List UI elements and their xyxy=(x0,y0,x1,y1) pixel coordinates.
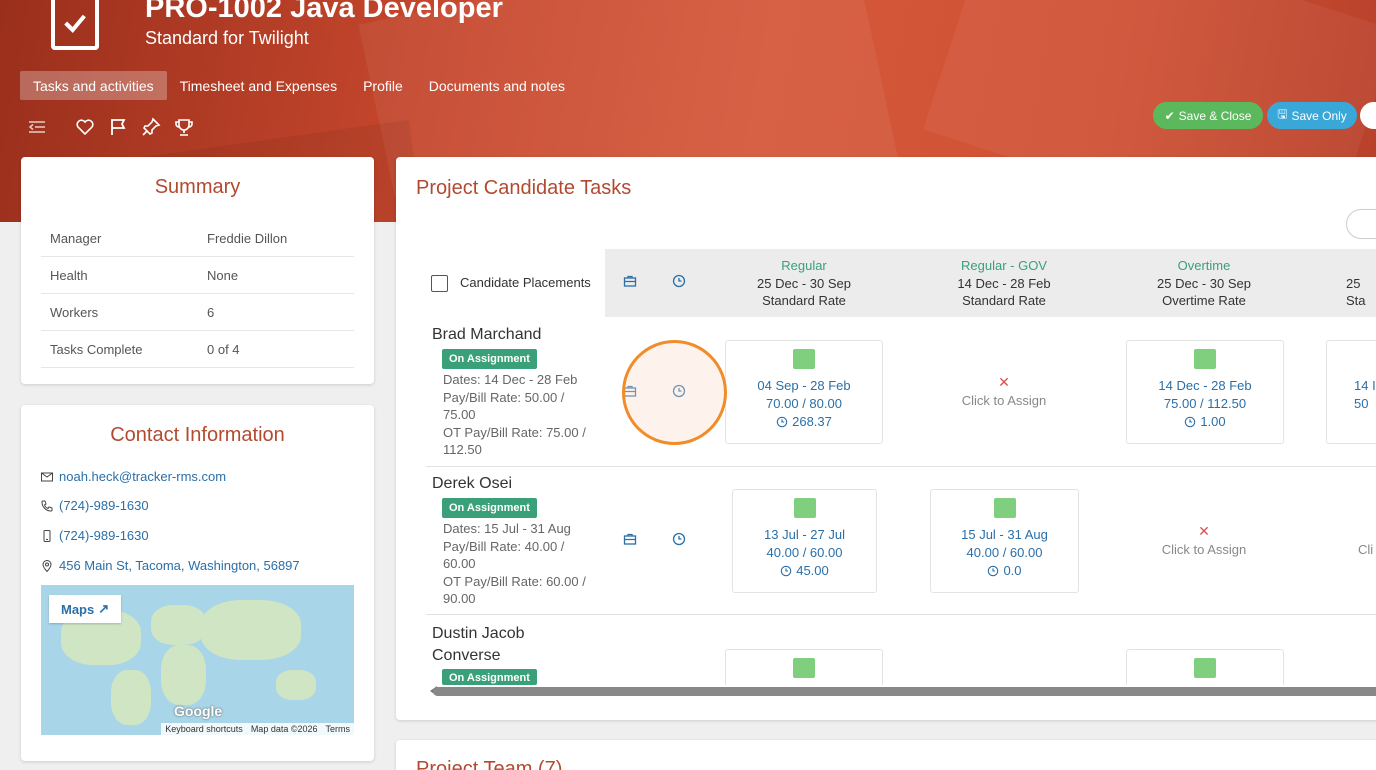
save-only-button[interactable]: 🖫 Save Only xyxy=(1267,102,1357,129)
pin-icon[interactable] xyxy=(140,116,162,138)
row-divider xyxy=(426,466,1376,467)
project-tasks-card: Project Candidate Tasks Candidate Placem… xyxy=(396,157,1376,720)
tasks-title: Project Candidate Tasks xyxy=(416,177,632,199)
horizontal-scrollbar[interactable] xyxy=(433,687,1376,696)
task-cell[interactable]: 13 Jul - 27 Jul 40.00 / 60.00 45.00 xyxy=(732,489,877,593)
contact-card: Contact Information noah.heck@tracker-rm… xyxy=(21,405,374,761)
project-team-card: Project Team (7) xyxy=(396,740,1376,770)
click-to-assign[interactable]: ✕ Click to Assign xyxy=(904,374,1104,408)
team-title: Project Team (7) xyxy=(416,758,563,770)
keyboard-shortcuts-link[interactable]: Keyboard shortcuts xyxy=(165,724,243,734)
candidate-details: Dates: 15 Jul - 31 Aug Pay/Bill Rate: 40… xyxy=(443,521,586,606)
briefcase-icon[interactable] xyxy=(623,274,637,288)
click-indicator xyxy=(622,340,727,445)
terms-link[interactable]: Terms xyxy=(326,724,351,734)
briefcase-icon[interactable] xyxy=(623,532,637,546)
heart-icon[interactable] xyxy=(74,116,96,138)
tab-timesheet-and-expenses[interactable]: Timesheet and Expenses xyxy=(167,71,350,100)
task-cell[interactable]: 04 Sep - 28 Feb 70.00 / 80.00 268.37 xyxy=(725,340,883,444)
trophy-icon[interactable] xyxy=(173,116,195,138)
candidate-placements-header: Candidate Placements xyxy=(460,275,591,290)
phone-icon xyxy=(41,500,53,512)
clock-icon[interactable] xyxy=(672,274,686,288)
task-checkbox-icon xyxy=(51,0,99,50)
candidate-details: Dates: 14 Dec - 28 Feb Pay/Bill Rate: 50… xyxy=(443,372,586,457)
candidate-name[interactable]: Dustin Jacob Converse xyxy=(432,623,562,667)
action-toolbar xyxy=(26,116,206,138)
task-cell-partial[interactable]: 14 I 50 xyxy=(1326,340,1376,444)
candidate-name[interactable]: Brad Marchand xyxy=(432,326,541,344)
task-cell[interactable]: 14 Dec - 28 Feb 75.00 / 112.50 1.00 xyxy=(1126,340,1284,444)
status-square xyxy=(1194,658,1216,678)
close-icon: ✕ xyxy=(998,374,1010,390)
filter-button[interactable] xyxy=(1346,209,1376,239)
click-to-assign[interactable]: ✕ Click to Assign xyxy=(1104,523,1304,557)
check-icon: ✔ xyxy=(1164,108,1175,123)
contact-phone-link[interactable]: (724)-989-1630 xyxy=(41,498,149,513)
summary-row-workers: Workers 6 xyxy=(41,294,354,331)
task-cell[interactable] xyxy=(725,649,883,685)
google-logo: Google xyxy=(174,703,223,719)
contact-mobile-link[interactable]: (724)-989-1630 xyxy=(41,528,149,543)
status-square xyxy=(793,349,815,369)
status-square xyxy=(993,498,1016,518)
row-divider xyxy=(426,614,1376,615)
summary-row-manager: Manager Freddie Dillon xyxy=(41,220,354,257)
location-pin-icon xyxy=(42,559,52,572)
column-header-regular-gov: Regular - GOV 14 Dec - 28 Feb Standard R… xyxy=(957,258,1051,308)
select-all-checkbox[interactable] xyxy=(431,275,448,292)
summary-card: Summary Manager Freddie Dillon Health None… xyxy=(21,157,374,384)
map-data-label: Map data ©2026 xyxy=(250,724,318,734)
page-title: PRO-1002 Java Developer xyxy=(145,0,503,24)
summary-table: Manager Freddie Dillon Health None Workers… xyxy=(41,220,354,368)
clock-icon xyxy=(780,565,792,577)
collapse-icon[interactable] xyxy=(26,116,48,138)
page-subtitle: Standard for Twilight xyxy=(145,28,309,48)
status-square xyxy=(1194,349,1216,369)
contact-address-link[interactable]: 456 Main St, Tacoma, Washington, 56897 xyxy=(41,558,300,573)
summary-row-tasks-complete: Tasks Complete 0 of 4 xyxy=(41,331,354,368)
status-square xyxy=(793,658,815,678)
status-badge: On Assignment xyxy=(442,669,537,685)
summary-title: Summary xyxy=(154,176,241,198)
column-header-regular: Regular 25 Dec - 30 Sep Standard Rate xyxy=(757,258,851,308)
location-map[interactable]: Maps ↗ Google Keyboard shortcuts Map dat… xyxy=(41,585,354,735)
close-icon: ✕ xyxy=(1198,523,1210,539)
candidate-name[interactable]: Derek Osei xyxy=(432,475,512,493)
task-cell[interactable] xyxy=(1126,649,1284,685)
tab-bar: Tasks and activities Timesheet and Expen… xyxy=(20,71,578,100)
contact-title: Contact Information xyxy=(110,424,285,446)
flag-icon[interactable] xyxy=(107,116,129,138)
clock-icon[interactable] xyxy=(672,532,686,546)
tab-profile[interactable]: Profile xyxy=(350,71,416,100)
mobile-icon xyxy=(43,529,51,542)
tab-tasks-and-activities[interactable]: Tasks and activities xyxy=(20,71,167,100)
clock-icon xyxy=(988,565,999,577)
tab-documents-and-notes[interactable]: Documents and notes xyxy=(416,71,578,100)
maps-button[interactable]: Maps ↗ xyxy=(49,595,122,623)
clock-icon xyxy=(1185,416,1196,428)
task-cell[interactable]: 15 Jul - 31 Aug 40.00 / 60.00 0.0 xyxy=(930,489,1079,593)
map-footer: Keyboard shortcuts Map data ©2026 Terms xyxy=(161,723,354,735)
status-badge: On Assignment xyxy=(442,349,537,369)
click-to-assign-partial[interactable]: Cli xyxy=(1358,542,1376,557)
status-badge: On Assignment xyxy=(442,498,537,518)
external-link-icon: ↗ xyxy=(98,601,110,616)
status-square xyxy=(793,498,816,518)
column-header-overtime: Overtime 25 Dec - 30 Sep Overtime Rate xyxy=(1157,258,1251,308)
mail-icon xyxy=(41,472,53,481)
floppy-icon: 🖫 xyxy=(1277,107,1288,121)
save-close-button[interactable]: ✔ Save & Close xyxy=(1153,102,1263,129)
contact-email-link[interactable]: noah.heck@tracker-rms.com xyxy=(41,469,226,484)
summary-row-health: Health None xyxy=(41,257,354,294)
clock-icon xyxy=(776,416,788,428)
column-header-partial: 25 Sta xyxy=(1346,275,1366,309)
